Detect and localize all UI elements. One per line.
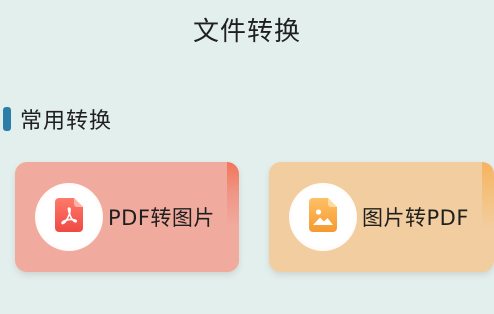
section-header: 常用转换 bbox=[3, 103, 112, 135]
image-to-pdf-card[interactable]: 图片转PDF bbox=[269, 162, 494, 272]
image-file-icon bbox=[309, 198, 337, 236]
icon-circle bbox=[35, 183, 103, 251]
pdf-to-image-card[interactable]: PDF转图片 bbox=[15, 162, 239, 272]
card-corner-accent bbox=[482, 162, 494, 272]
card-label: PDF转图片 bbox=[108, 206, 215, 230]
card-corner-accent bbox=[227, 162, 239, 272]
section-accent-bar bbox=[3, 107, 11, 131]
pdf-file-icon bbox=[55, 198, 83, 236]
section-title: 常用转换 bbox=[20, 109, 113, 134]
card-label: 图片转PDF bbox=[362, 206, 469, 230]
page-title: 文件转换 bbox=[192, 17, 301, 47]
icon-circle bbox=[289, 183, 357, 251]
